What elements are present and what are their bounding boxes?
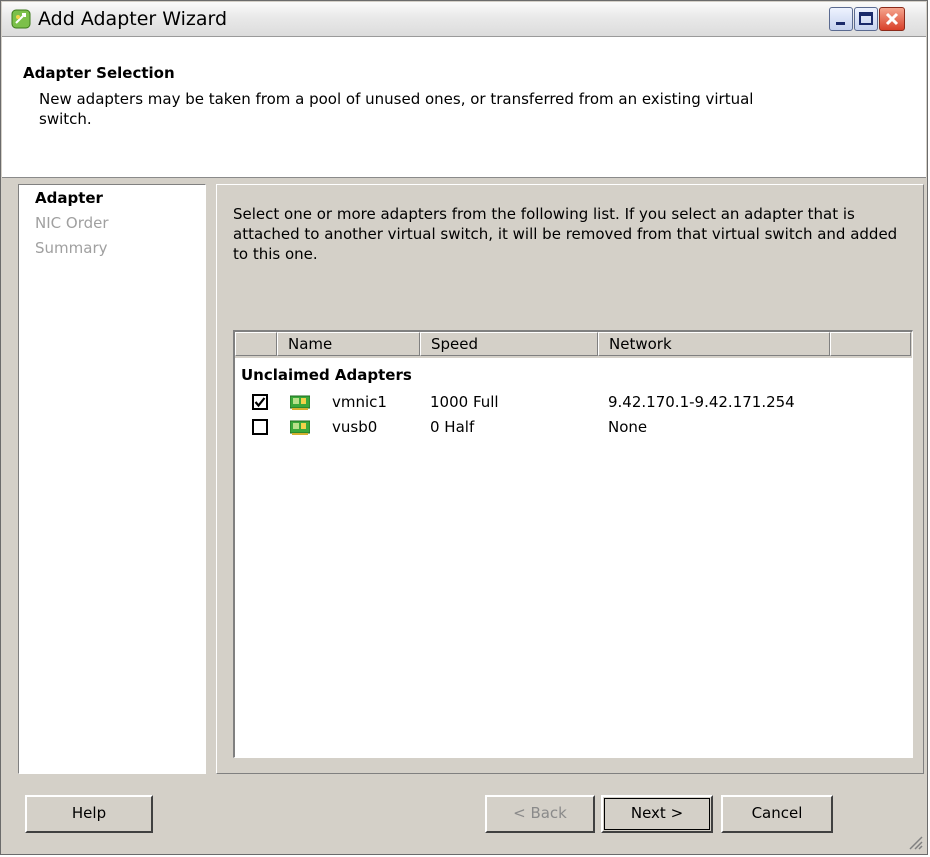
step-adapter[interactable]: Adapter xyxy=(35,189,103,207)
table-row[interactable]: vusb0 0 Half None xyxy=(235,416,905,438)
cancel-button[interactable]: Cancel xyxy=(721,795,833,833)
adapter-checkbox-checked[interactable] xyxy=(252,394,268,410)
window-title: Add Adapter Wizard xyxy=(38,8,228,30)
network-card-icon xyxy=(290,395,310,410)
group-label-unclaimed: Unclaimed Adapters xyxy=(241,366,412,384)
next-button[interactable]: Next > xyxy=(601,795,713,833)
minimize-button[interactable] xyxy=(829,7,853,31)
instructions-text: Select one or more adapters from the fol… xyxy=(233,205,898,263)
title-bar[interactable]: Add Adapter Wizard xyxy=(2,2,926,37)
help-button[interactable]: Help xyxy=(25,795,153,833)
wizard-window: Add Adapter Wizard Adapter Selection New… xyxy=(0,0,928,855)
maximize-button[interactable] xyxy=(854,7,878,31)
wizard-app-icon xyxy=(11,9,31,29)
wizard-content-panel: Select one or more adapters from the fol… xyxy=(216,184,924,774)
table-row[interactable]: vmnic1 1000 Full 9.42.170.1-9.42.171.254 xyxy=(235,391,905,413)
page-description: New adapters may be taken from a pool of… xyxy=(39,90,754,128)
column-header-speed[interactable]: Speed xyxy=(420,332,598,356)
network-card-icon xyxy=(290,420,310,435)
column-header-filler xyxy=(830,332,911,356)
adapter-table: Name Speed Network Unclaimed Adapters vm… xyxy=(233,330,913,758)
column-header-check[interactable] xyxy=(235,332,277,356)
wizard-header: Adapter Selection New adapters may be ta… xyxy=(2,37,926,178)
column-header-name[interactable]: Name xyxy=(277,332,420,356)
step-nic-order[interactable]: NIC Order xyxy=(35,214,109,232)
adapter-speed: 0 Half xyxy=(430,418,475,436)
step-summary[interactable]: Summary xyxy=(35,239,108,257)
adapter-name: vmnic1 xyxy=(332,393,387,411)
wizard-steps-panel: Adapter NIC Order Summary xyxy=(18,184,206,774)
adapter-checkbox-unchecked[interactable] xyxy=(252,419,268,435)
adapter-network: 9.42.170.1-9.42.171.254 xyxy=(608,393,795,411)
adapter-network: None xyxy=(608,418,648,436)
adapter-speed: 1000 Full xyxy=(430,393,499,411)
back-button[interactable]: < Back xyxy=(485,795,595,833)
adapter-name: vusb0 xyxy=(332,418,378,436)
page-title: Adapter Selection xyxy=(23,64,175,82)
close-button[interactable] xyxy=(879,7,905,31)
table-header: Name Speed Network xyxy=(235,332,912,358)
column-header-network[interactable]: Network xyxy=(598,332,830,356)
resize-grip-icon[interactable] xyxy=(905,832,923,850)
